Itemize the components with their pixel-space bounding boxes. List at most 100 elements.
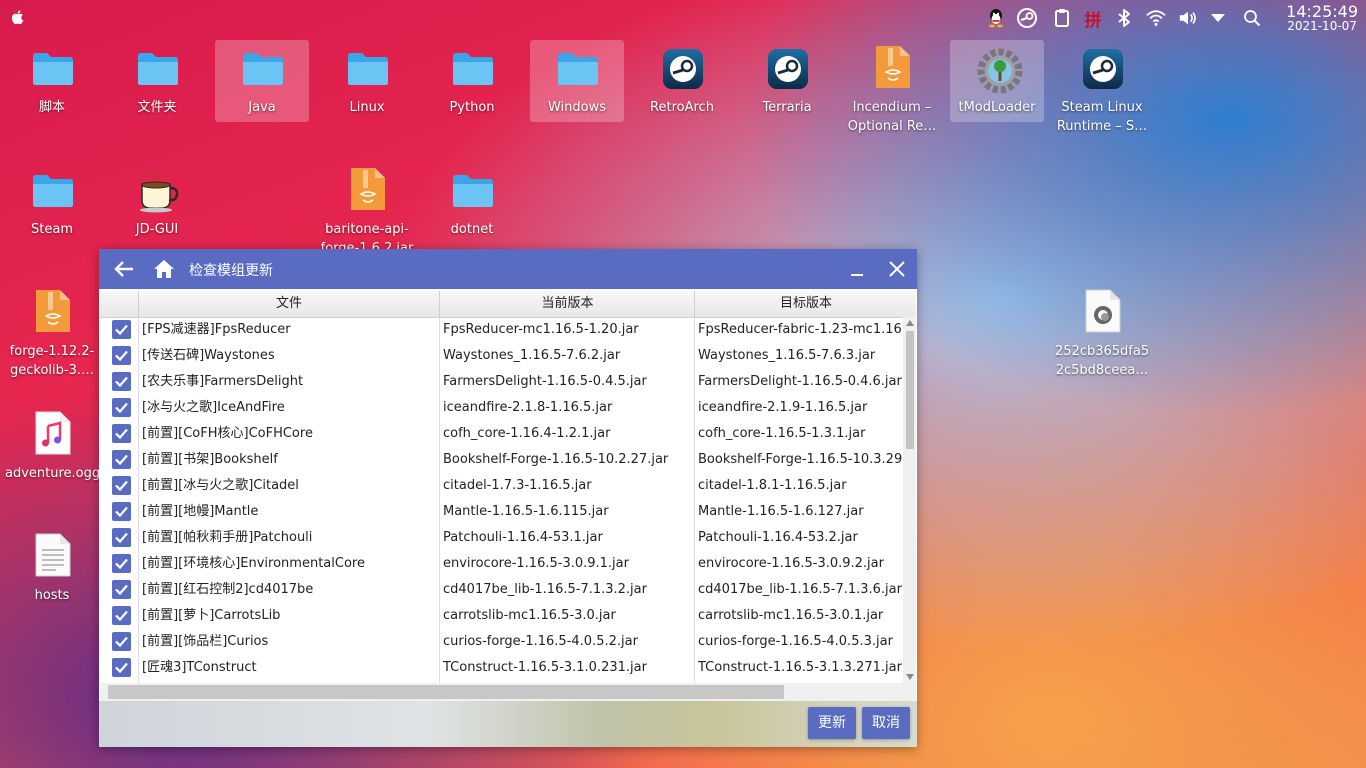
row-checkbox[interactable] [112,346,131,365]
desktop-icon-label-line: Python [449,100,495,115]
desktop-icon[interactable]: 252cb365dfa5 2c5bd8ceea… [1055,284,1149,378]
horizontal-scrollbar[interactable] [100,683,916,701]
row-checkbox[interactable] [112,450,131,469]
desktop-icon[interactable]: baritone-api-forge-1.6.2.jar [320,162,414,256]
current-version-cell: carrotslib-mc1.16.5-3.0.jar [443,608,616,623]
table-row[interactable]: [前置][CoFH核心]CoFHCore cofh_core-1.16.4-1.2… [100,421,902,447]
row-checkbox[interactable] [112,554,131,573]
dropdown-icon[interactable] [1208,8,1228,28]
row-checkbox[interactable] [112,372,131,391]
vertical-scrollbar[interactable] [903,317,916,683]
desktop-icon[interactable]: forge-1.12.2- geckolib-3.… [5,284,99,378]
apple-icon[interactable] [9,8,27,26]
desktop-icon-label: 脚本 [5,98,99,117]
close-icon[interactable] [887,259,907,279]
current-version-cell: Waystones_1.16.5-7.6.2.jar [443,348,621,363]
desktop-icon[interactable]: hosts [5,528,99,610]
vertical-scroll-thumb[interactable] [906,331,914,449]
table-row[interactable]: [传送石碑]Waystones Waystones_1.16.5-7.6.2.ja… [100,343,902,369]
table-row[interactable]: [前置][红石控制2]cd4017be cd4017be_lib-1.16.5-7… [100,577,902,603]
checkmark-icon [115,532,128,544]
row-checkbox[interactable] [112,476,131,495]
target-version-cell: FpsReducer-fabric-1.23-mc1.16.5.jar [698,322,902,337]
desktop-icon[interactable]: JD-GUI [110,162,204,244]
current-version-cell: TConstruct-1.16.5-3.1.0.231.jar [443,660,647,675]
mod-name-cell: [前置][饰品栏]Curios [142,634,269,649]
row-checkbox[interactable] [112,606,131,625]
table-row[interactable]: [匠魂3]TConstruct TConstruct-1.16.5-3.1.0.2… [100,655,902,681]
desktop-icon[interactable]: Java [215,40,309,122]
checkmark-icon [115,376,128,388]
clipboard-icon[interactable] [1052,8,1072,28]
home-icon[interactable] [153,259,175,279]
minimize-icon[interactable] [847,259,867,279]
row-checkbox[interactable] [112,580,131,599]
target-version-cell: Patchouli-1.16.4-53.2.jar [698,530,858,545]
mod-name-cell: [前置][书架]Bookshelf [142,452,278,467]
scroll-up-icon[interactable] [906,319,914,327]
column-divider [694,317,695,683]
desktop-icon[interactable]: tModLoader [950,40,1044,122]
cancel-button[interactable]: 取消 [862,707,910,739]
row-checkbox[interactable] [112,658,131,677]
desktop-icon-label-line: hosts [34,588,70,603]
desktop-icon[interactable]: RetroArch [635,40,729,122]
desktop-icon[interactable]: Terraria [740,40,834,122]
table-row[interactable]: [前置][萝卜]CarrotsLib carrotslib-mc1.16.5-3.… [100,603,902,629]
scroll-down-icon[interactable] [906,673,914,681]
bluetooth-icon[interactable] [1114,8,1134,28]
clock[interactable]: 14:25:49 2021-10-07 [1286,3,1358,33]
row-checkbox[interactable] [112,398,131,417]
header-file[interactable]: 文件 [138,291,439,317]
table-row[interactable]: [前置][书架]Bookshelf Bookshelf-Forge-1.16.5-… [100,447,902,473]
pinyin-icon[interactable]: 拼 [1083,8,1103,31]
update-button[interactable]: 更新 [808,707,856,739]
volume-icon[interactable] [1178,8,1198,28]
table-row[interactable]: [前置][环境核心]EnvironmentalCore envirocore-1.… [100,551,902,577]
header-current-version[interactable]: 当前版本 [439,291,695,317]
desktop-icon-label-line: Linux [349,100,385,115]
desktop-icon[interactable]: dotnet [425,162,519,244]
row-checkbox[interactable] [112,320,131,339]
desktop-icon[interactable]: 文件夹 [110,40,204,122]
qq-icon[interactable] [986,8,1006,28]
checkmark-icon [115,610,128,622]
desktop-icon-label-line: 脚本 [38,100,65,115]
column-divider [138,317,139,683]
desktop-icon[interactable]: Windows [530,40,624,122]
table-row[interactable]: [FPS减速器]FpsReducer FpsReducer-mc1.16.5-1.… [100,317,902,343]
table-row[interactable]: [前置][饰品栏]Curios curios-forge-1.16.5-4.0.5… [100,629,902,655]
back-arrow-icon[interactable] [113,259,135,279]
search-icon[interactable] [1242,8,1262,28]
row-checkbox[interactable] [112,632,131,651]
table-row[interactable]: [前置][冰与火之歌]Citadel citadel-1.7.3-1.16.5.j… [100,473,902,499]
desktop-icon[interactable]: Steam Linux Runtime – S… [1055,40,1149,134]
desktop-icon-label: hosts [5,586,99,605]
header-checkbox-column[interactable] [100,291,138,317]
table-row[interactable]: [前置][帕秋莉手册]Patchouli Patchouli-1.16.4-53.… [100,525,902,551]
desktop-icon[interactable]: 脚本 [5,40,99,122]
desktop-icon[interactable]: Python [425,40,519,122]
row-checkbox[interactable] [112,424,131,443]
row-checkbox[interactable] [112,528,131,547]
steam-icon[interactable] [1017,8,1037,28]
table-row[interactable]: [冰与火之歌]IceAndFire iceandfire-2.1.8-1.16.5… [100,395,902,421]
checkmark-icon [115,584,128,596]
row-checkbox[interactable] [112,502,131,521]
header-target-version[interactable]: 目标版本 [694,291,917,317]
horizontal-scroll-thumb[interactable] [108,685,784,699]
desktop-icon-label: Java [215,98,309,117]
desktop-icon[interactable]: Steam [5,162,99,244]
desktop-icon-label: dotnet [425,220,519,239]
wifi-icon[interactable] [1146,8,1166,28]
table-row[interactable]: [农夫乐事]FarmersDelight FarmersDelight-1.16.… [100,369,902,395]
table-row[interactable]: [前置][地幔]Mantle Mantle-1.16.5-1.6.115.jar M… [100,499,902,525]
desktop-icon[interactable]: adventure.ogg [5,406,100,488]
desktop-icon[interactable]: Linux [320,40,414,122]
desktop-icon[interactable]: Incendium – Optional Re… [845,40,939,134]
checkmark-icon [115,636,128,648]
desktop-icon-label-line: dotnet [450,222,494,237]
table-header: 文件 当前版本 目标版本 [100,291,916,318]
desktop-icon-label-line: tModLoader [958,100,1036,115]
mod-name-cell: [前置][萝卜]CarrotsLib [142,608,281,623]
